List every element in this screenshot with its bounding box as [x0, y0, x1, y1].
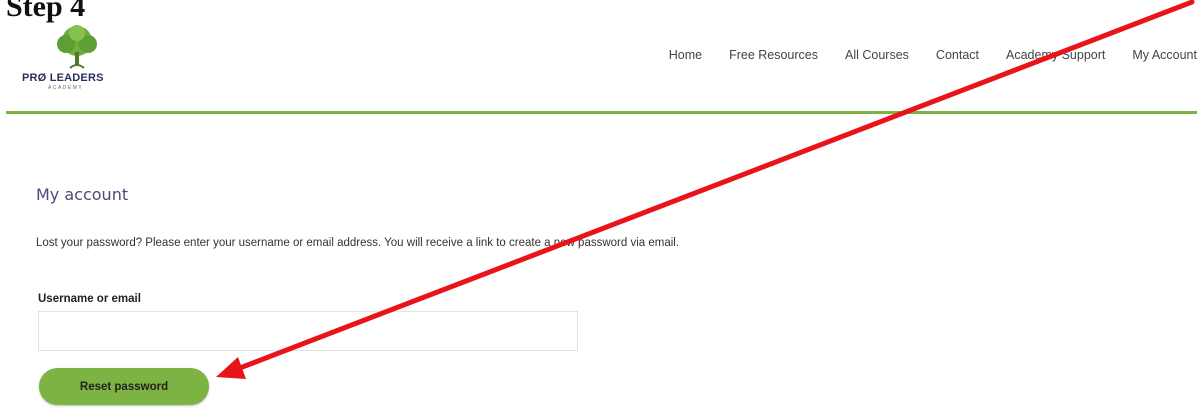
nav-my-account[interactable]: My Account — [1132, 48, 1197, 62]
username-label: Username or email — [38, 293, 141, 305]
nav-contact[interactable]: Contact — [936, 48, 979, 62]
header-divider — [6, 111, 1197, 114]
reset-password-button[interactable]: Reset password — [39, 368, 209, 405]
main-nav: Home Free Resources All Courses Contact … — [669, 44, 1197, 66]
page-heading: Step 4 — [6, 0, 86, 23]
lost-password-instructions: Lost your password? Please enter your us… — [36, 237, 680, 249]
brand-name: PRØ LEADERS — [22, 72, 104, 84]
brand-sub: ACADEMY — [48, 85, 84, 91]
page-title: My account — [36, 185, 129, 204]
nav-home[interactable]: Home — [669, 48, 702, 62]
nav-academy-support[interactable]: Academy Support — [1006, 48, 1105, 62]
nav-all-courses[interactable]: All Courses — [845, 48, 909, 62]
username-or-email-input[interactable] — [38, 311, 578, 351]
nav-free-resources[interactable]: Free Resources — [729, 48, 818, 62]
tree-icon — [57, 25, 97, 69]
site-logo[interactable]: PRØ LEADERS ACADEMY — [22, 24, 132, 94]
